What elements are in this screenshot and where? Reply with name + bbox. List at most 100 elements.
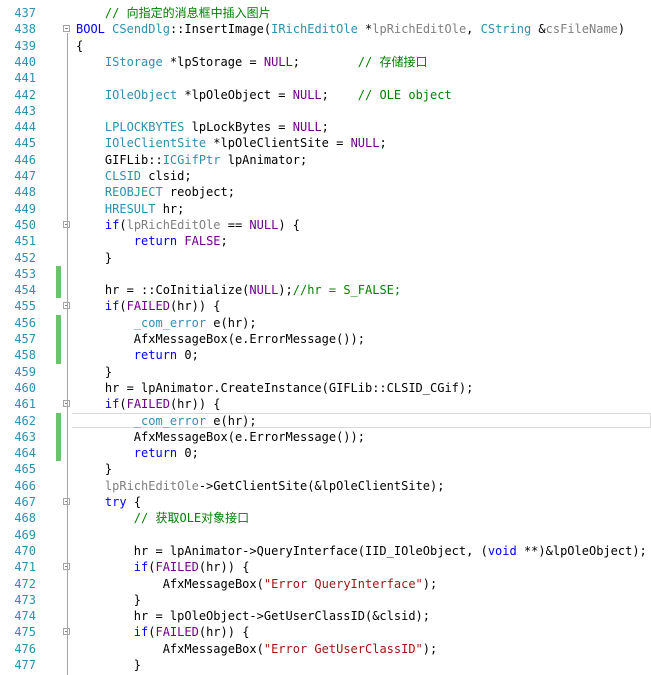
code-line[interactable]: 449 HRESULT hr;: [0, 201, 651, 217]
line-number: 471: [14, 560, 36, 575]
code-token: _com_error: [133, 315, 207, 330]
code-text: return FALSE;: [76, 233, 651, 249]
line-number: 457: [14, 332, 36, 346]
code-token: HRESULT: [104, 201, 156, 216]
code-line[interactable]: 470 hr = lpAnimator->QueryInterface(IID_…: [0, 543, 651, 559]
code-token: // OLE object: [357, 87, 452, 102]
code-token: ;: [321, 120, 329, 135]
code-token: AfxMessageBox(e.ErrorMessage());: [76, 429, 365, 444]
code-line[interactable]: 457 AfxMessageBox(e.ErrorMessage());: [0, 331, 651, 348]
code-line[interactable]: 474 hr = lpOleObject->GetUserClassID(&cl…: [0, 608, 651, 624]
code-line[interactable]: 472 AfxMessageBox("Error QueryInterface"…: [0, 576, 651, 592]
code-line[interactable]: 471 if(FAILED(hr)) {: [0, 559, 651, 575]
code-token: (hr)) {: [198, 625, 250, 640]
code-line[interactable]: 460 hr = lpAnimator.CreateInstance(GIFLi…: [0, 380, 651, 396]
code-token: (hr)) {: [169, 299, 221, 314]
code-line[interactable]: 461 if(FAILED(hr)) {: [0, 396, 651, 412]
code-line[interactable]: 440 IStorage *lpStorage = NULL; // 存储接口: [0, 54, 651, 70]
change-marker: [56, 347, 61, 364]
code-line[interactable]: 442 IOleObject *lpOleObject = NULL; // O…: [0, 87, 651, 103]
code-text: }: [76, 592, 651, 608]
code-line[interactable]: 443: [0, 103, 651, 119]
line-number: 447: [14, 169, 36, 183]
code-token: AfxMessageBox(e.ErrorMessage());: [76, 332, 365, 346]
code-line[interactable]: 441: [0, 70, 651, 86]
code-token: clsid;: [141, 169, 192, 183]
collapse-icon[interactable]: [63, 25, 70, 33]
code-line[interactable]: 467 try {: [0, 494, 651, 510]
code-line[interactable]: 463 AfxMessageBox(e.ErrorMessage());: [0, 428, 651, 446]
code-line[interactable]: 466 lpRichEditOle->GetClientSite(&lpOleC…: [0, 478, 651, 494]
change-marker: [56, 314, 61, 331]
code-line[interactable]: 476 AfxMessageBox("Error GetUserClassID"…: [0, 641, 651, 657]
line-number: 449: [14, 201, 36, 216]
line-number: 454: [14, 283, 36, 298]
code-text: HRESULT hr;: [76, 201, 651, 217]
code-text: if(FAILED(hr)) {: [76, 396, 651, 412]
code-token: {: [126, 495, 142, 509]
code-text: AfxMessageBox("Error GetUserClassID");: [76, 641, 651, 657]
code-line[interactable]: 451 return FALSE;: [0, 233, 651, 249]
code-line[interactable]: 458 return 0;: [0, 347, 651, 364]
code-line[interactable]: 465 }: [0, 461, 651, 477]
code-text: return 0;: [76, 347, 651, 363]
code-line[interactable]: 438 BOOL CSendDlg::InsertImage(IRichEditO…: [0, 21, 651, 37]
code-line[interactable]: 439 {: [0, 38, 651, 54]
code-line[interactable]: 468 // 获取OLE对象接口: [0, 510, 651, 526]
code-line[interactable]: 459 }: [0, 364, 651, 380]
code-line[interactable]: 453: [0, 265, 651, 283]
change-marker: [56, 331, 61, 348]
code-line[interactable]: 464 return 0;: [0, 445, 651, 462]
code-line[interactable]: 452 }: [0, 250, 651, 266]
code-line[interactable]: 444 LPLOCKBYTES lpLockBytes = NULL;: [0, 119, 651, 135]
line-number: 473: [14, 592, 36, 607]
code-line[interactable]: 462 _com_error e(hr);: [0, 412, 651, 429]
code-token: NULL: [292, 87, 322, 102]
code-editor[interactable]: 437 // 向指定的消息框中插入图片 438 BOOL CSendDlg::Ins…: [0, 0, 651, 675]
code-line[interactable]: 447 CLSID clsid;: [0, 168, 651, 184]
code-line[interactable]: 469: [0, 527, 651, 543]
code-token: );: [422, 641, 438, 656]
code-token: GIFLib::: [76, 152, 163, 167]
code-line[interactable]: 450 if(lpRichEditOle == NULL) {: [0, 217, 651, 233]
code-line[interactable]: 454 hr = ::CoInitialize(NULL);//hr = S_F…: [0, 282, 651, 299]
code-token: IStorage: [104, 54, 163, 69]
code-line[interactable]: 437 // 向指定的消息框中插入图片: [0, 5, 651, 21]
code-line[interactable]: 448 REOBJECT reobject;: [0, 184, 651, 200]
code-line[interactable]: 473 }: [0, 592, 651, 608]
code-token: **)&lpOleObject);: [516, 543, 647, 558]
code-token: "Error QueryInterface": [263, 576, 423, 591]
code-token: FAILED: [126, 299, 170, 314]
code-text: LPLOCKBYTES lpLockBytes = NULL;: [76, 119, 651, 135]
code-line[interactable]: 456 _com_error e(hr);: [0, 314, 651, 331]
code-token: }: [76, 592, 142, 607]
line-number: 456: [14, 315, 36, 330]
code-token: }: [76, 250, 113, 265]
code-text: lpRichEditOle->GetClientSite(&lpOleClien…: [76, 478, 651, 494]
code-token: 0;: [177, 348, 199, 363]
code-token: ==: [220, 217, 250, 232]
code-line[interactable]: 445 IOleClientSite *lpOleClientSite = NU…: [0, 135, 651, 151]
scrolled-top-edge: [0, 0, 651, 4]
line-number: 464: [14, 446, 36, 461]
code-line[interactable]: 475 if(FAILED(hr)) {: [0, 624, 651, 640]
code-text: _com_error e(hr);: [76, 413, 651, 429]
code-token: if: [104, 299, 120, 314]
code-line[interactable]: 477 }: [0, 657, 651, 673]
code-token: BOOL: [76, 22, 105, 37]
code-token: hr = lpOleObject->GetUserClassID(&clsid)…: [76, 609, 431, 624]
code-line[interactable]: 446 GIFLib::ICGifPtr lpAnimator;: [0, 152, 651, 168]
code-line[interactable]: 455 if(FAILED(hr)) {: [0, 298, 651, 314]
code-text: if(FAILED(hr)) {: [76, 624, 651, 640]
line-number: 446: [14, 152, 36, 167]
line-number: 463: [14, 429, 36, 444]
code-token: hr = lpAnimator.CreateInstance(GIFLib::C…: [76, 380, 474, 395]
